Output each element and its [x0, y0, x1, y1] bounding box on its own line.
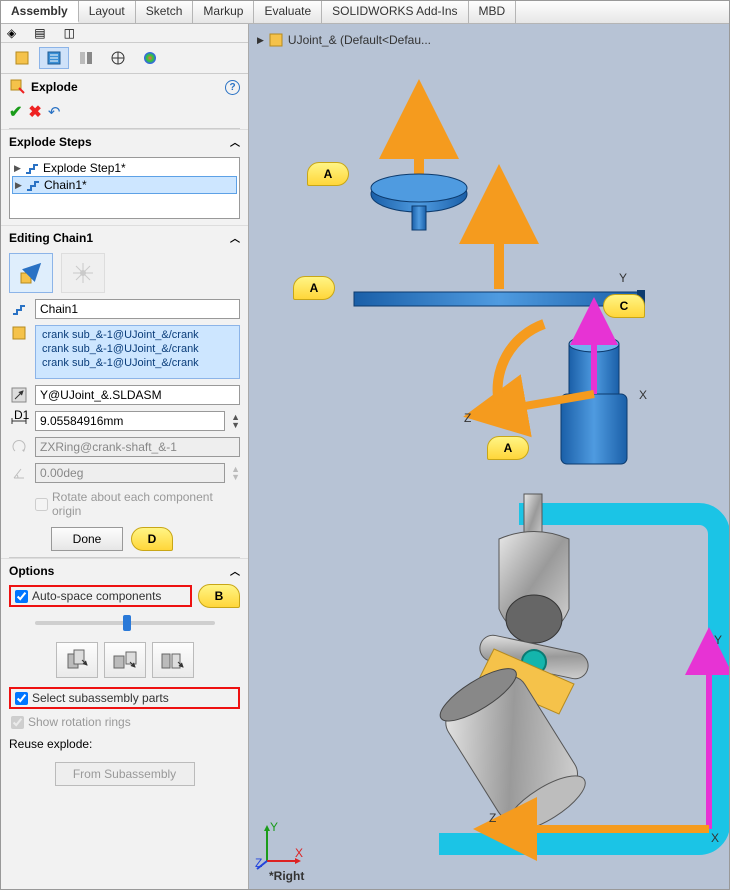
svg-text:X: X — [711, 831, 719, 845]
step-name-input[interactable] — [35, 299, 240, 319]
graphics-area[interactable]: ▶ UJoint_& (Default<Defau... — [249, 24, 729, 889]
rotation-axis-input — [35, 437, 240, 457]
reuse-label: Reuse explode: — [9, 735, 240, 753]
auto-space-checkbox[interactable] — [15, 590, 28, 603]
select-sub-checkbox[interactable] — [15, 692, 28, 705]
from-subassembly-button: From Subassembly — [55, 762, 195, 786]
panel-tab-feature-tree[interactable] — [7, 47, 37, 69]
tab-assembly[interactable]: Assembly — [1, 1, 79, 23]
bbox-mode-2-button[interactable] — [104, 642, 146, 678]
svg-text:X: X — [639, 388, 647, 402]
svg-text:Y: Y — [270, 820, 278, 834]
callout-a: A — [487, 436, 529, 460]
panel-mini-toolbar: ◈ ▤ ◫ — [1, 24, 248, 43]
help-icon[interactable]: ? — [225, 80, 240, 95]
svg-text:Y: Y — [714, 633, 722, 647]
feature-manager-panel: ◈ ▤ ◫ Explode ? ✔ ✖ ↶ Explode Steps ︿ — [1, 24, 249, 889]
angle-input — [35, 463, 225, 483]
svg-text:D1: D1 — [14, 408, 30, 422]
bbox-mode-1-button[interactable] — [56, 642, 98, 678]
options-header[interactable]: Options ︿ — [1, 558, 248, 582]
command-tab-bar: Assembly Layout Sketch Markup Evaluate S… — [1, 1, 729, 24]
svg-text:Z: Z — [489, 811, 496, 825]
feature-title: Explode — [31, 80, 78, 94]
tab-addins[interactable]: SOLIDWORKS Add-Ins — [322, 1, 468, 23]
editing-chain-header[interactable]: Editing Chain1 ︿ — [1, 225, 248, 249]
step-item-1[interactable]: ▶ Explode Step1* — [12, 160, 237, 176]
callout-a: A — [293, 276, 335, 300]
toolbar-icon-1[interactable]: ◈ — [7, 26, 16, 40]
auto-space-slider[interactable] — [9, 613, 240, 633]
breadcrumb[interactable]: ▶ UJoint_& (Default<Defau... — [257, 32, 431, 48]
bbox-mode-3-button[interactable] — [152, 642, 194, 678]
toolbar-icon-2[interactable]: ▤ — [34, 26, 45, 40]
step-name-icon — [9, 302, 29, 316]
panel-tab-property-manager[interactable] — [39, 47, 69, 69]
direction-input[interactable] — [35, 385, 240, 405]
select-sub-row[interactable]: Select subassembly parts — [13, 690, 236, 706]
chevron-up-icon: ︿ — [230, 563, 240, 578]
spinner-icon[interactable]: ▲▼ — [231, 413, 240, 429]
undo-icon[interactable]: ↶ — [48, 103, 61, 121]
panel-tab-dimxpert[interactable] — [103, 47, 133, 69]
distance-icon: D1 — [9, 414, 29, 428]
direction-icon — [9, 387, 29, 403]
explode-steps-header[interactable]: Explode Steps ︿ — [1, 129, 248, 153]
auto-space-highlight: Auto-space components — [9, 585, 192, 607]
panel-tab-row — [1, 43, 248, 74]
show-rings-checkbox — [11, 716, 24, 729]
confirm-row: ✔ ✖ ↶ — [1, 100, 248, 128]
panel-tab-appearance[interactable] — [135, 47, 165, 69]
assembly-icon — [268, 32, 284, 48]
done-button[interactable]: Done — [51, 527, 123, 551]
callout-a: A — [307, 162, 349, 186]
view-name-label: *Right — [269, 869, 304, 883]
explode-icon — [9, 78, 27, 96]
chevron-up-icon: ︿ — [230, 230, 240, 245]
orientation-triad[interactable]: Y X Z — [255, 821, 303, 869]
svg-text:X: X — [295, 846, 303, 860]
regular-step-button[interactable] — [9, 253, 53, 293]
step-item-2[interactable]: ▶ Chain1* — [12, 176, 237, 194]
explode-steps-list[interactable]: ▶ Explode Step1* ▶ Chain1* — [9, 157, 240, 219]
exploded-view-graphic: Y Z X — [299, 64, 699, 484]
components-icon — [9, 325, 29, 341]
angle-icon — [9, 465, 29, 481]
ok-icon[interactable]: ✔ — [9, 102, 22, 122]
callout-d: D — [131, 527, 173, 551]
feature-title-row: Explode ? — [1, 74, 248, 100]
rotation-axis-icon — [9, 439, 29, 455]
tab-mbd[interactable]: MBD — [469, 1, 517, 23]
radial-step-button — [61, 253, 105, 293]
callout-b: B — [198, 584, 240, 608]
select-sub-highlight: Select subassembly parts — [9, 687, 240, 709]
rotate-each-checkbox-row: Rotate about each component origin — [9, 489, 240, 519]
callout-c: C — [603, 294, 645, 318]
panel-tab-config[interactable] — [71, 47, 101, 69]
toolbar-icon-3[interactable]: ◫ — [64, 26, 75, 40]
auto-space-row[interactable]: Auto-space components — [13, 588, 188, 604]
ujoint-graphic: Y Z X — [369, 494, 729, 874]
svg-text:Y: Y — [619, 271, 627, 285]
distance-input[interactable] — [35, 411, 225, 431]
tab-sketch[interactable]: Sketch — [136, 1, 194, 23]
spinner-icon: ▲▼ — [231, 465, 240, 481]
rotate-each-checkbox — [35, 498, 48, 511]
components-list[interactable]: crank sub_&-1@UJoint_&/crank crank sub_&… — [35, 325, 240, 379]
chevron-up-icon: ︿ — [230, 134, 240, 149]
cancel-icon[interactable]: ✖ — [28, 102, 41, 122]
svg-text:Z: Z — [255, 856, 262, 870]
show-rings-row: Show rotation rings — [9, 714, 240, 730]
tab-evaluate[interactable]: Evaluate — [254, 1, 322, 23]
tab-markup[interactable]: Markup — [193, 1, 254, 23]
tab-layout[interactable]: Layout — [79, 1, 136, 23]
svg-text:Z: Z — [464, 411, 471, 425]
